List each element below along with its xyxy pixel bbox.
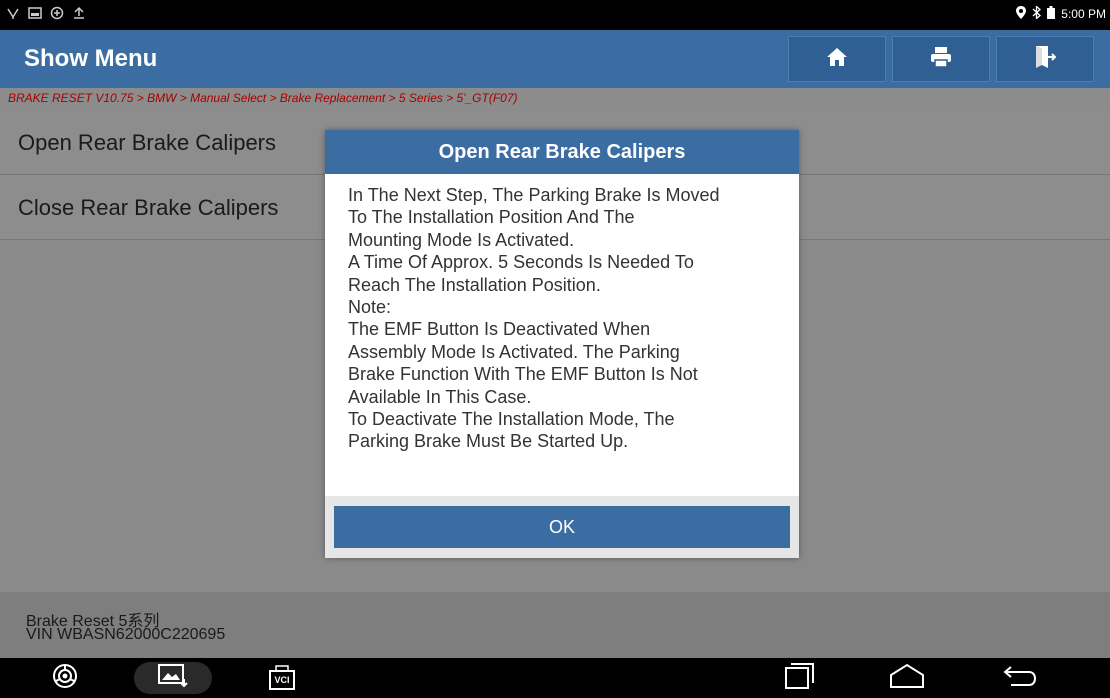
vci-label: VCI [274,675,290,685]
title-bar: Show Menu [0,30,1110,88]
vci-icon: VCI [268,665,296,691]
vci-button[interactable]: VCI [260,662,304,694]
dialog-line: To The Installation Position And The [348,207,635,228]
home-nav-icon [889,663,925,694]
location-icon [1016,6,1027,22]
page-title: Show Menu [24,45,158,72]
home-button[interactable] [788,36,886,82]
recent-apps-icon [785,662,815,694]
menu-item-label: Close Rear Brake Calipers [18,195,279,220]
settings-sync-icon [50,6,64,20]
recent-apps-button[interactable] [780,662,820,694]
gallery-button[interactable] [134,662,212,694]
battery-icon [1047,6,1056,22]
breadcrumb: BRAKE RESET V10.75 > BMW > Manual Select… [0,88,1110,110]
exit-button[interactable] [996,36,1094,82]
navigation-bar: VCI [0,658,1110,698]
dialog-line: Available In This Case. [348,386,532,407]
browser-button[interactable] [45,662,85,694]
menu-item-label: Open Rear Brake Calipers [18,130,277,155]
dialog-title: Open Rear Brake Calipers [325,130,799,174]
print-icon [930,46,952,73]
home-icon [826,47,848,72]
dialog-line: Reach The Installation Position. [348,274,601,295]
back-button[interactable] [1000,662,1040,694]
screenshot-icon [28,6,42,20]
dialog-line: Brake Function With The EMF Button Is No… [348,364,698,385]
breadcrumb-text: BRAKE RESET V10.75 > BMW > Manual Select… [8,91,518,105]
dialog-line: A Time Of Approx. 5 Seconds Is Needed To [348,252,694,273]
back-icon [1003,663,1037,694]
dialog-line: Parking Brake Must Be Started Up. [348,431,629,452]
footer-vin-label: VIN WBASN62000C220695 [26,626,226,643]
ok-button[interactable]: OK [334,506,790,548]
status-time: 5:00 PM [1061,7,1106,21]
browser-icon [52,663,78,694]
status-bar: 5:00 PM [0,0,1110,30]
print-button[interactable] [892,36,990,82]
dialog-footer: OK [325,496,799,558]
upload-icon [72,6,86,20]
home-nav-button[interactable] [885,662,929,694]
exit-icon [1034,45,1057,74]
gallery-icon [158,663,188,693]
dialog-line: Note: [348,297,392,318]
dialog-line: The EMF Button Is Deactivated When [348,319,651,340]
dialog-line: To Deactivate The Installation Mode, The [348,409,675,430]
dialog-line: Assembly Mode Is Activated. The Parking [348,341,680,362]
dialog-line: In The Next Step, The Parking Brake Is M… [348,185,720,205]
usb-icon [6,6,20,20]
footer-info: Brake Reset 5系列 VIN WBASN62000C220695 [0,592,1110,658]
bluetooth-icon [1032,5,1042,22]
dialog-line: Mounting Mode Is Activated. [348,229,575,250]
confirm-dialog: Open Rear Brake Calipers In The Next Ste… [325,130,799,558]
dialog-message: In The Next Step, The Parking Brake Is M… [348,184,788,453]
